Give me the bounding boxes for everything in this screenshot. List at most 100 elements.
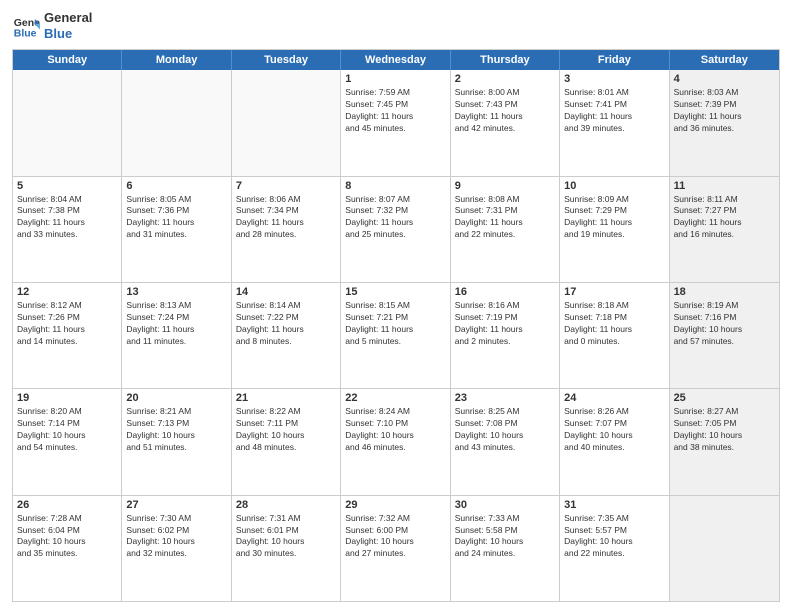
calendar-cell <box>232 70 341 175</box>
day-number: 23 <box>455 392 555 404</box>
day-number: 21 <box>236 392 336 404</box>
calendar-row-4: 19 Sunrise: 8:20 AM Sunset: 7:14 PM Dayli… <box>13 389 779 495</box>
calendar-cell: 28 Sunrise: 7:31 AM Sunset: 6:01 PM Dayli… <box>232 496 341 601</box>
calendar-cell: 4Sunrise: 8:03 AM Sunset: 7:39 PM Daylig… <box>670 70 779 175</box>
day-number: 29 <box>345 499 445 511</box>
calendar-cell: 5 Sunrise: 8:04 AM Sunset: 7:38 PM Daylig… <box>13 177 122 282</box>
cell-text: Sunrise: 8:27 AM Sunset: 7:05 PM Dayligh… <box>674 406 775 454</box>
calendar-cell: 3Sunrise: 8:01 AM Sunset: 7:41 PM Daylig… <box>560 70 669 175</box>
calendar-row-5: 26 Sunrise: 7:28 AM Sunset: 6:04 PM Dayli… <box>13 496 779 601</box>
cell-text: Sunrise: 8:21 AM Sunset: 7:13 PM Dayligh… <box>126 406 226 454</box>
day-number: 9 <box>455 180 555 192</box>
calendar-cell: 9Sunrise: 8:08 AM Sunset: 7:31 PM Daylig… <box>451 177 560 282</box>
calendar-cell: 14Sunrise: 8:14 AM Sunset: 7:22 PM Dayli… <box>232 283 341 388</box>
day-number: 24 <box>564 392 664 404</box>
day-number: 17 <box>564 286 664 298</box>
cell-text: Sunrise: 7:59 AM Sunset: 7:45 PM Dayligh… <box>345 87 445 135</box>
calendar-cell: 8 Sunrise: 8:07 AM Sunset: 7:32 PM Daylig… <box>341 177 450 282</box>
day-number: 3 <box>564 73 664 85</box>
cell-text: Sunrise: 7:33 AM Sunset: 5:58 PM Dayligh… <box>455 513 555 561</box>
day-number: 19 <box>17 392 117 404</box>
logo-text: General Blue <box>44 10 92 41</box>
calendar-cell: 26 Sunrise: 7:28 AM Sunset: 6:04 PM Dayli… <box>13 496 122 601</box>
day-number: 1 <box>345 73 445 85</box>
day-number: 28 <box>236 499 336 511</box>
calendar-cell: 20 Sunrise: 8:21 AM Sunset: 7:13 PM Dayli… <box>122 389 231 494</box>
cell-text: Sunrise: 8:07 AM Sunset: 7:32 PM Dayligh… <box>345 194 445 242</box>
cell-text: Sunrise: 8:20 AM Sunset: 7:14 PM Dayligh… <box>17 406 117 454</box>
cell-text: Sunrise: 8:05 AM Sunset: 7:36 PM Dayligh… <box>126 194 226 242</box>
calendar-cell <box>13 70 122 175</box>
calendar-cell: 23 Sunrise: 8:25 AM Sunset: 7:08 PM Dayli… <box>451 389 560 494</box>
logo: General Blue General Blue <box>12 10 92 41</box>
calendar-row-1: 1 Sunrise: 7:59 AM Sunset: 7:45 PM Daylig… <box>13 70 779 176</box>
cell-text: Sunrise: 8:09 AM Sunset: 7:29 PM Dayligh… <box>564 194 664 242</box>
cell-text: Sunrise: 8:26 AM Sunset: 7:07 PM Dayligh… <box>564 406 664 454</box>
day-number: 31 <box>564 499 664 511</box>
cell-text: Sunrise: 7:28 AM Sunset: 6:04 PM Dayligh… <box>17 513 117 561</box>
weekday-header-friday: Friday <box>560 50 669 70</box>
calendar-cell: 2 Sunrise: 8:00 AM Sunset: 7:43 PM Daylig… <box>451 70 560 175</box>
cell-text: Sunrise: 8:24 AM Sunset: 7:10 PM Dayligh… <box>345 406 445 454</box>
calendar: SundayMondayTuesdayWednesdayThursdayFrid… <box>12 49 780 602</box>
calendar-cell: 13 Sunrise: 8:13 AM Sunset: 7:24 PM Dayli… <box>122 283 231 388</box>
day-number: 2 <box>455 73 555 85</box>
weekday-header-tuesday: Tuesday <box>232 50 341 70</box>
calendar-cell: 27 Sunrise: 7:30 AM Sunset: 6:02 PM Dayli… <box>122 496 231 601</box>
day-number: 25 <box>674 392 775 404</box>
calendar-cell: 16 Sunrise: 8:16 AM Sunset: 7:19 PM Dayli… <box>451 283 560 388</box>
calendar-cell: 21 Sunrise: 8:22 AM Sunset: 7:11 PM Dayli… <box>232 389 341 494</box>
weekday-header-saturday: Saturday <box>670 50 779 70</box>
svg-text:Blue: Blue <box>14 27 37 39</box>
calendar-cell: 12Sunrise: 8:12 AM Sunset: 7:26 PM Dayli… <box>13 283 122 388</box>
weekday-header-thursday: Thursday <box>451 50 560 70</box>
day-number: 11 <box>674 180 775 192</box>
cell-text: Sunrise: 8:11 AM Sunset: 7:27 PM Dayligh… <box>674 194 775 242</box>
day-number: 26 <box>17 499 117 511</box>
day-number: 8 <box>345 180 445 192</box>
calendar-cell: 10Sunrise: 8:09 AM Sunset: 7:29 PM Dayli… <box>560 177 669 282</box>
cell-text: Sunrise: 8:12 AM Sunset: 7:26 PM Dayligh… <box>17 300 117 348</box>
cell-text: Sunrise: 8:16 AM Sunset: 7:19 PM Dayligh… <box>455 300 555 348</box>
cell-text: Sunrise: 8:06 AM Sunset: 7:34 PM Dayligh… <box>236 194 336 242</box>
cell-text: Sunrise: 8:14 AM Sunset: 7:22 PM Dayligh… <box>236 300 336 348</box>
calendar-cell: 31 Sunrise: 7:35 AM Sunset: 5:57 PM Dayli… <box>560 496 669 601</box>
cell-text: Sunrise: 8:22 AM Sunset: 7:11 PM Dayligh… <box>236 406 336 454</box>
cell-text: Sunrise: 8:18 AM Sunset: 7:18 PM Dayligh… <box>564 300 664 348</box>
cell-text: Sunrise: 7:32 AM Sunset: 6:00 PM Dayligh… <box>345 513 445 561</box>
calendar-body: 1 Sunrise: 7:59 AM Sunset: 7:45 PM Daylig… <box>13 70 779 601</box>
cell-text: Sunrise: 8:04 AM Sunset: 7:38 PM Dayligh… <box>17 194 117 242</box>
cell-text: Sunrise: 8:13 AM Sunset: 7:24 PM Dayligh… <box>126 300 226 348</box>
day-number: 5 <box>17 180 117 192</box>
calendar-cell: 11 Sunrise: 8:11 AM Sunset: 7:27 PM Dayli… <box>670 177 779 282</box>
calendar-cell: 7 Sunrise: 8:06 AM Sunset: 7:34 PM Daylig… <box>232 177 341 282</box>
day-number: 20 <box>126 392 226 404</box>
cell-text: Sunrise: 8:00 AM Sunset: 7:43 PM Dayligh… <box>455 87 555 135</box>
calendar-cell: 18 Sunrise: 8:19 AM Sunset: 7:16 PM Dayli… <box>670 283 779 388</box>
cell-text: Sunrise: 7:31 AM Sunset: 6:01 PM Dayligh… <box>236 513 336 561</box>
cell-text: Sunrise: 7:35 AM Sunset: 5:57 PM Dayligh… <box>564 513 664 561</box>
day-number: 13 <box>126 286 226 298</box>
header: General Blue General Blue <box>12 10 780 41</box>
calendar-cell: 17 Sunrise: 8:18 AM Sunset: 7:18 PM Dayli… <box>560 283 669 388</box>
cell-text: Sunrise: 8:19 AM Sunset: 7:16 PM Dayligh… <box>674 300 775 348</box>
day-number: 16 <box>455 286 555 298</box>
calendar-cell: 30 Sunrise: 7:33 AM Sunset: 5:58 PM Dayli… <box>451 496 560 601</box>
calendar-cell: 25 Sunrise: 8:27 AM Sunset: 7:05 PM Dayli… <box>670 389 779 494</box>
calendar-cell: 29 Sunrise: 7:32 AM Sunset: 6:00 PM Dayli… <box>341 496 450 601</box>
day-number: 4 <box>674 73 775 85</box>
logo-icon: General Blue <box>12 12 40 40</box>
weekday-header-wednesday: Wednesday <box>341 50 450 70</box>
cell-text: Sunrise: 8:25 AM Sunset: 7:08 PM Dayligh… <box>455 406 555 454</box>
day-number: 27 <box>126 499 226 511</box>
day-number: 18 <box>674 286 775 298</box>
calendar-cell <box>670 496 779 601</box>
day-number: 30 <box>455 499 555 511</box>
day-number: 15 <box>345 286 445 298</box>
calendar-row-3: 12Sunrise: 8:12 AM Sunset: 7:26 PM Dayli… <box>13 283 779 389</box>
cell-text: Sunrise: 7:30 AM Sunset: 6:02 PM Dayligh… <box>126 513 226 561</box>
calendar-cell: 19 Sunrise: 8:20 AM Sunset: 7:14 PM Dayli… <box>13 389 122 494</box>
calendar-container: General Blue General Blue SundayMondayTu… <box>0 0 792 612</box>
weekday-header-monday: Monday <box>122 50 231 70</box>
day-number: 7 <box>236 180 336 192</box>
